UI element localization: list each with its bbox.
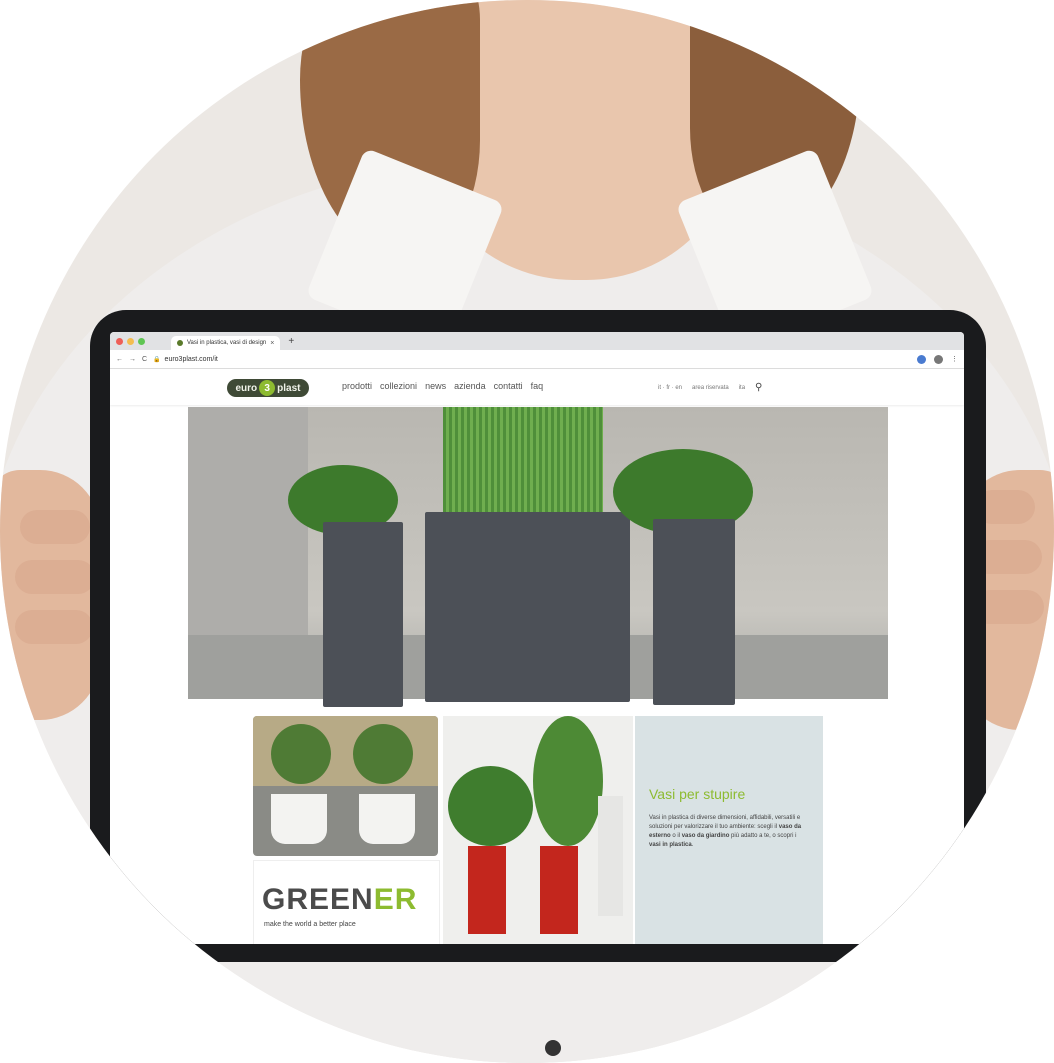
lock-icon: 🔒 (153, 356, 161, 363)
palm-plant-left (448, 766, 533, 846)
white-pot-left (271, 794, 327, 844)
greener-gr: GR (262, 883, 309, 916)
menu-dots-icon[interactable]: ⋮ (951, 355, 958, 363)
greener-logo: GREENER (262, 883, 417, 917)
menu-item-azienda[interactable]: azienda (454, 381, 486, 391)
hero-image[interactable] (188, 407, 888, 707)
vasi-text-1: Vasi in plastica di diverse dimensioni, … (649, 815, 801, 830)
url-field[interactable]: 🔒 euro3plast.com/it (153, 356, 218, 363)
finger (20, 510, 90, 544)
vasi-bold-3[interactable]: vasi in plastica (649, 842, 692, 848)
menu-item-collezioni[interactable]: collezioni (380, 381, 417, 391)
grass-plant (443, 407, 603, 517)
lemon-tree-right (353, 724, 413, 784)
site-header: euro 3 plast prodotti collezioni news az… (110, 369, 964, 405)
menu-item-contatti[interactable]: contatti (494, 381, 523, 391)
tab-close-icon[interactable]: × (270, 340, 274, 347)
photo-background: Vasi in plastica, vasi di design × + ← →… (0, 0, 1054, 1063)
address-bar-row: ← → C 🔒 euro3plast.com/it ⋮ (110, 350, 964, 369)
maximize-window-button[interactable] (138, 337, 145, 345)
greener-er: ER (373, 883, 418, 916)
browser-extensions: ⋮ (917, 354, 958, 364)
language-links[interactable]: it · fr · en (658, 385, 682, 391)
reload-icon[interactable]: C (142, 356, 147, 363)
red-pot-left (468, 846, 506, 934)
close-window-button[interactable] (116, 337, 123, 345)
vasi-description: Vasi in plastica di diverse dimensioni, … (649, 814, 809, 850)
shirt-button (545, 1040, 561, 1056)
tab-title: Vasi in plastica, vasi di design (187, 340, 267, 346)
menu-item-faq[interactable]: faq (531, 381, 544, 391)
search-icon[interactable]: ⚲ (755, 382, 762, 393)
greener-tagline: make the world a better place (264, 921, 356, 928)
greener-tile[interactable]: GREENER make the world a better place (253, 860, 440, 944)
greener-n: N (351, 883, 374, 916)
menu-item-prodotti[interactable]: prodotti (342, 381, 372, 391)
browser-tab[interactable]: Vasi in plastica, vasi di design × (171, 336, 281, 350)
reserved-area-link[interactable]: area riservata (692, 385, 729, 391)
tall-pot-left (323, 522, 403, 707)
logo-text-right: plast (277, 382, 301, 394)
vasi-text-3: più adatto a te, o scopri i (729, 833, 797, 839)
red-pots-tile[interactable] (443, 716, 633, 944)
extension-icon[interactable] (917, 354, 926, 364)
vasi-bold-2[interactable]: vaso da giardino (682, 833, 730, 839)
vasi-text-4: . (691, 842, 694, 848)
lemon-trees-tile[interactable] (253, 716, 438, 856)
favicon-icon (177, 340, 183, 346)
forward-arrow-icon[interactable]: → (129, 356, 136, 363)
header-utilities: it · fr · en area riservata ita ⚲ (658, 382, 762, 393)
language-selector[interactable]: ita (739, 385, 745, 391)
euro3plast-logo[interactable]: euro 3 plast (227, 379, 309, 397)
logo-number: 3 (259, 380, 276, 396)
vasi-text-2: o il (670, 833, 682, 839)
url-text: euro3plast.com/it (164, 355, 218, 363)
vasi-per-stupire-tile[interactable]: Vasi per stupire Vasi in plastica di div… (635, 716, 823, 944)
profile-icon[interactable] (934, 354, 943, 364)
logo-text-left: euro (235, 382, 258, 394)
main-menu: prodotti collezioni news azienda contatt… (342, 381, 543, 391)
wall-shadow (188, 407, 308, 637)
white-pot-right (359, 794, 415, 844)
back-arrow-icon[interactable]: ← (116, 356, 123, 363)
greener-ee: EE (309, 883, 352, 916)
tablet-screen: Vasi in plastica, vasi di design × + ← →… (110, 332, 964, 944)
finger (15, 560, 95, 594)
palm-plant-right (533, 716, 603, 846)
minimize-window-button[interactable] (127, 337, 134, 345)
hand-left (0, 470, 100, 720)
browser-tab-bar: Vasi in plastica, vasi di design × + (110, 332, 964, 350)
red-pot-right (540, 846, 578, 934)
finger (15, 610, 93, 644)
lemon-tree-left (271, 724, 331, 784)
tall-pot-right (653, 519, 735, 705)
wide-pot (425, 512, 630, 702)
new-tab-icon[interactable]: + (288, 336, 294, 347)
menu-item-news[interactable]: news (425, 381, 446, 391)
vasi-title: Vasi per stupire (649, 786, 746, 802)
shelf (598, 796, 623, 916)
